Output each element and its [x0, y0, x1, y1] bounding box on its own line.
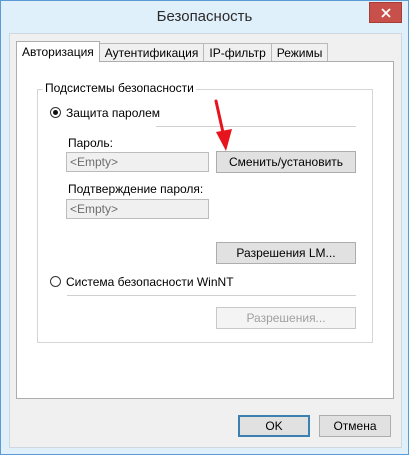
winnt-security-radio[interactable] [50, 276, 61, 287]
password-protection-radio[interactable] [50, 107, 61, 118]
lm-permissions-button[interactable]: Разрешения LM... [216, 242, 356, 264]
group-title: Подсистемы безопасности [43, 81, 196, 95]
tab-authentication[interactable]: Аутентификация [98, 43, 205, 61]
winnt-security-label: Система безопасности WinNT [66, 275, 234, 289]
tab-strip: Авторизация Аутентификация IP-фильтр Реж… [16, 41, 329, 62]
confirm-password-label: Подтверждение пароля: [68, 182, 204, 196]
tab-modes[interactable]: Режимы [270, 43, 329, 61]
permissions-button[interactable]: Разрешения... [216, 307, 356, 329]
password-label: Пароль: [68, 136, 113, 150]
tab-authorization[interactable]: Авторизация [16, 41, 100, 62]
ok-button[interactable]: OK [238, 415, 310, 437]
separator [67, 295, 356, 296]
separator [156, 126, 356, 127]
password-field[interactable]: <Empty> [66, 152, 209, 172]
window-title: Безопасность [156, 8, 253, 25]
cancel-button[interactable]: Отмена [319, 415, 391, 437]
change-password-button[interactable]: Сменить/установить [216, 151, 356, 173]
red-arrow-annotation [214, 99, 232, 151]
password-protection-label: Защита паролем [66, 106, 161, 120]
close-icon [380, 7, 391, 18]
confirm-password-field[interactable]: <Empty> [66, 199, 209, 219]
dialog-window: Безопасность Авторизация Аутентификация … [0, 0, 409, 455]
close-button[interactable] [369, 2, 402, 23]
tab-ip-filter[interactable]: IP-фильтр [203, 43, 272, 61]
title-bar[interactable]: Безопасность [1, 1, 408, 33]
